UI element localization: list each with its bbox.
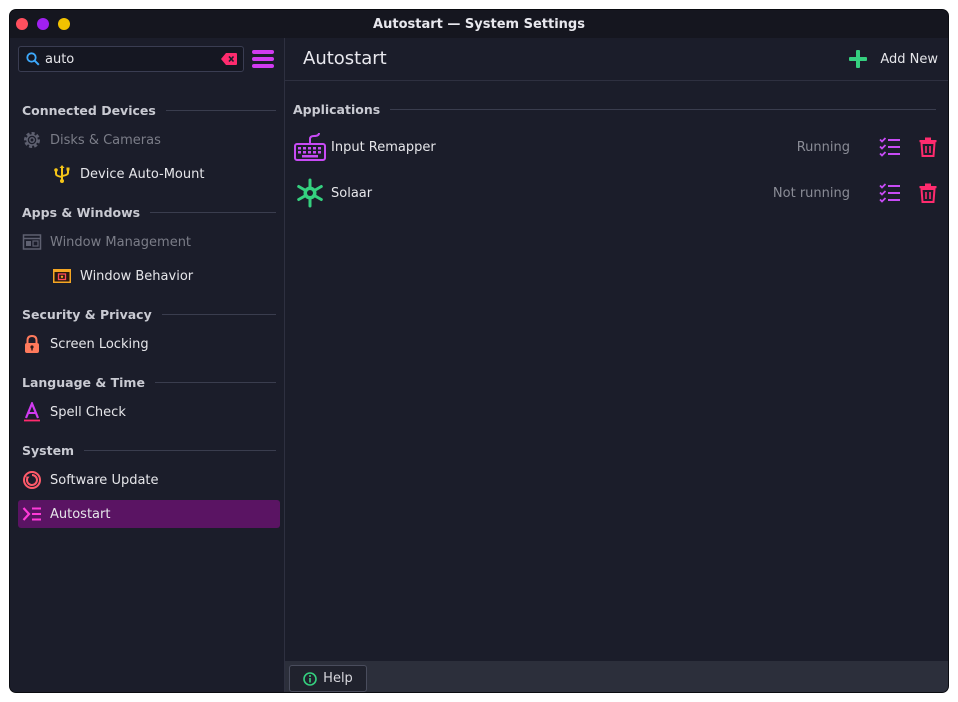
remove-button[interactable]	[916, 181, 940, 205]
settings-window: Autostart — System Settings Connected De…	[10, 10, 948, 692]
remove-button[interactable]	[916, 135, 940, 159]
solaar-icon	[293, 176, 327, 210]
footer-bar: Help	[285, 661, 948, 692]
keyboard-icon	[293, 130, 327, 164]
window-behavior-icon	[52, 266, 72, 286]
sidebar-item-spell-check[interactable]: Spell Check	[18, 398, 280, 426]
sidebar-item-software-update[interactable]: Software Update	[18, 466, 280, 494]
applications-header: Applications	[293, 100, 936, 118]
sidebar-item-screen-locking[interactable]: Screen Locking	[18, 330, 280, 358]
checklist-icon	[879, 183, 900, 203]
gear-icon	[22, 130, 42, 150]
section-header-apps-windows: Apps & Windows	[22, 203, 276, 221]
usb-icon	[52, 164, 72, 184]
main-panel: Autostart Add New Applications Input Rem…	[285, 38, 948, 692]
menu-icon[interactable]	[252, 50, 274, 68]
minimize-window-button[interactable]	[37, 18, 49, 30]
section-header-connected-devices: Connected Devices	[22, 101, 276, 119]
sidebar-item-window-management[interactable]: Window Management	[18, 228, 280, 256]
sidebar-item-disks-cameras[interactable]: Disks & Cameras	[18, 126, 280, 154]
spell-check-icon	[22, 402, 42, 422]
checklist-icon	[879, 137, 900, 157]
sidebar-item-window-behavior[interactable]: Window Behavior	[18, 262, 280, 290]
section-header-language-time: Language & Time	[22, 373, 276, 391]
app-row-input-remapper[interactable]: Input Remapper Running	[293, 127, 940, 167]
app-name: Input Remapper	[331, 139, 436, 155]
clear-search-icon[interactable]	[221, 53, 237, 65]
app-status: Not running	[772, 185, 850, 201]
configure-button[interactable]	[878, 181, 902, 205]
software-update-icon	[22, 470, 42, 490]
window-management-icon	[22, 232, 42, 252]
title-bar: Autostart — System Settings	[10, 10, 948, 38]
plus-icon	[849, 50, 868, 68]
sidebar-item-device-automount[interactable]: Device Auto-Mount	[18, 160, 280, 188]
search-input[interactable]	[45, 50, 205, 68]
page-title: Autostart	[303, 48, 387, 69]
configure-button[interactable]	[878, 135, 902, 159]
lock-icon	[22, 334, 42, 354]
main-header: Autostart Add New	[285, 38, 948, 81]
maximize-window-button[interactable]	[58, 18, 70, 30]
add-new-button[interactable]: Add New	[848, 48, 938, 70]
sidebar-item-autostart[interactable]: Autostart	[18, 500, 280, 528]
close-window-button[interactable]	[16, 18, 28, 30]
search-box[interactable]	[18, 46, 244, 72]
trash-icon	[919, 137, 937, 157]
info-icon	[303, 671, 317, 686]
help-button[interactable]: Help	[289, 665, 367, 692]
app-name: Solaar	[331, 185, 373, 201]
window-title: Autostart — System Settings	[373, 16, 585, 32]
section-header-system: System	[22, 441, 276, 459]
sidebar: Connected Devices Disks & Cameras	[10, 38, 285, 692]
trash-icon	[919, 183, 937, 203]
app-row-solaar[interactable]: Solaar Not running	[293, 173, 940, 213]
search-icon	[26, 52, 40, 66]
autostart-icon	[22, 504, 42, 524]
app-status: Running	[796, 139, 850, 155]
section-header-security-privacy: Security & Privacy	[22, 305, 276, 323]
